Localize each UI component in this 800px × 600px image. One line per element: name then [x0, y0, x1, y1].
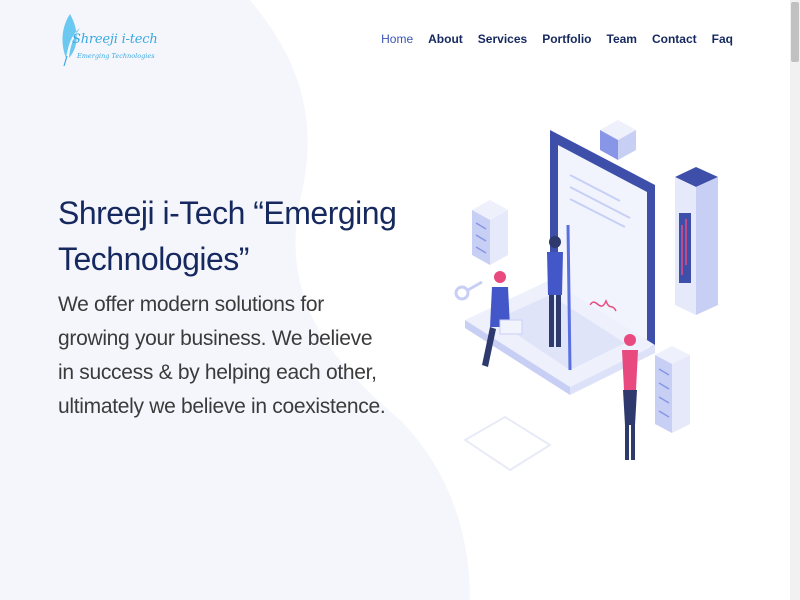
nav-contact[interactable]: Contact [652, 32, 697, 46]
scrollbar-thumb[interactable] [791, 2, 799, 62]
server-tower-icon [675, 167, 718, 315]
page-scrollbar[interactable] [790, 0, 800, 600]
hero-title: Shreeji i-Tech “Emerging Technologies” [58, 195, 397, 277]
nav-portfolio[interactable]: Portfolio [542, 32, 591, 46]
site-header: Shreeji i-tech Emerging Technologies Hom… [0, 0, 800, 82]
logo[interactable]: Shreeji i-tech Emerging Technologies [58, 12, 158, 68]
nav-faq[interactable]: Faq [712, 32, 733, 46]
nav-home[interactable]: Home [381, 32, 413, 46]
hero-illustration [454, 120, 718, 472]
person-woman-figure [622, 334, 638, 460]
hero-subtitle: We offer modern solutions for growing yo… [58, 293, 386, 418]
server-rack-icon [655, 346, 690, 433]
floor-tile-outline [463, 415, 552, 472]
key-icon [454, 280, 483, 301]
main-nav: Home About Services Portfolio Team Conta… [366, 32, 733, 46]
logo-tagline: Emerging Technologies [77, 52, 155, 60]
nav-services[interactable]: Services [478, 32, 527, 46]
server-stack-icon [472, 200, 508, 265]
nav-about[interactable]: About [428, 32, 463, 46]
nav-team[interactable]: Team [607, 32, 637, 46]
floating-cube-icon [600, 120, 636, 160]
logo-name: Shreeji i-tech [72, 32, 158, 47]
